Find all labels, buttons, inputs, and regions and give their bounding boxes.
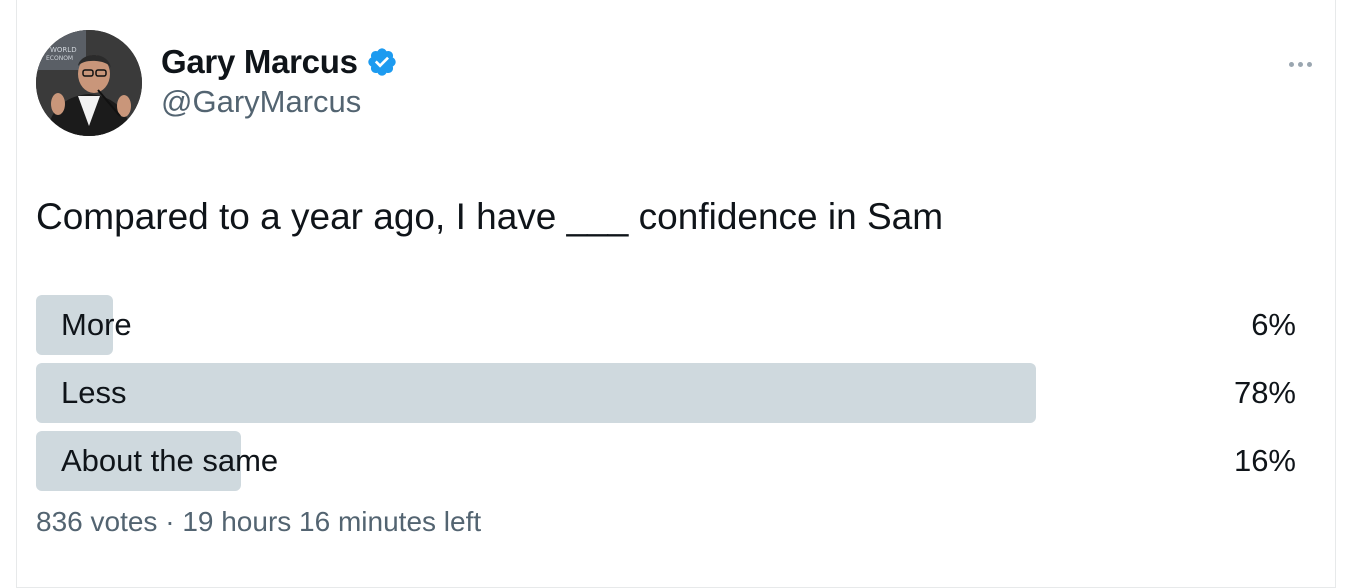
profile-photo-icon: WORLD ECONOM [36, 30, 142, 136]
author-name-row[interactable]: Gary Marcus [161, 40, 398, 84]
tweet-text: Compared to a year ago, I have ___ confi… [36, 196, 944, 237]
poll-vote-count: 836 votes [36, 506, 158, 537]
display-name[interactable]: Gary Marcus [161, 43, 358, 81]
poll-option-label: More [61, 307, 132, 342]
poll-option-more[interactable]: More 6% [36, 295, 1296, 355]
poll-option-less[interactable]: Less 78% [36, 363, 1296, 423]
avatar[interactable]: WORLD ECONOM [36, 30, 142, 136]
poll-option-about-the-same[interactable]: About the same 16% [36, 431, 1296, 491]
poll-option-label: About the same [61, 443, 279, 478]
author-handle[interactable]: @GaryMarcus [161, 84, 361, 120]
poll-time-left: 19 hours 16 minutes left [182, 506, 482, 537]
svg-text:WORLD: WORLD [50, 46, 77, 54]
poll-option-label: Less [61, 375, 127, 410]
more-horizontal-icon-dot [1306, 61, 1312, 67]
poll-option-percent: 16% [1233, 443, 1296, 478]
poll-option-percent: 78% [1233, 375, 1296, 410]
more-horizontal-icon [1288, 61, 1294, 67]
more-horizontal-icon-dot [1297, 61, 1303, 67]
poll-meta: 836 votes · 19 hours 16 minutes left [36, 506, 481, 538]
verified-badge-icon [367, 48, 396, 76]
poll-bar [36, 363, 1036, 423]
more-options-button[interactable] [1280, 50, 1320, 78]
svg-text:ECONOM: ECONOM [46, 55, 73, 62]
poll-option-percent: 6% [1251, 307, 1296, 342]
poll: More 6% Less 78% About the same 16% [36, 295, 1296, 499]
poll-separator: · [165, 506, 175, 537]
